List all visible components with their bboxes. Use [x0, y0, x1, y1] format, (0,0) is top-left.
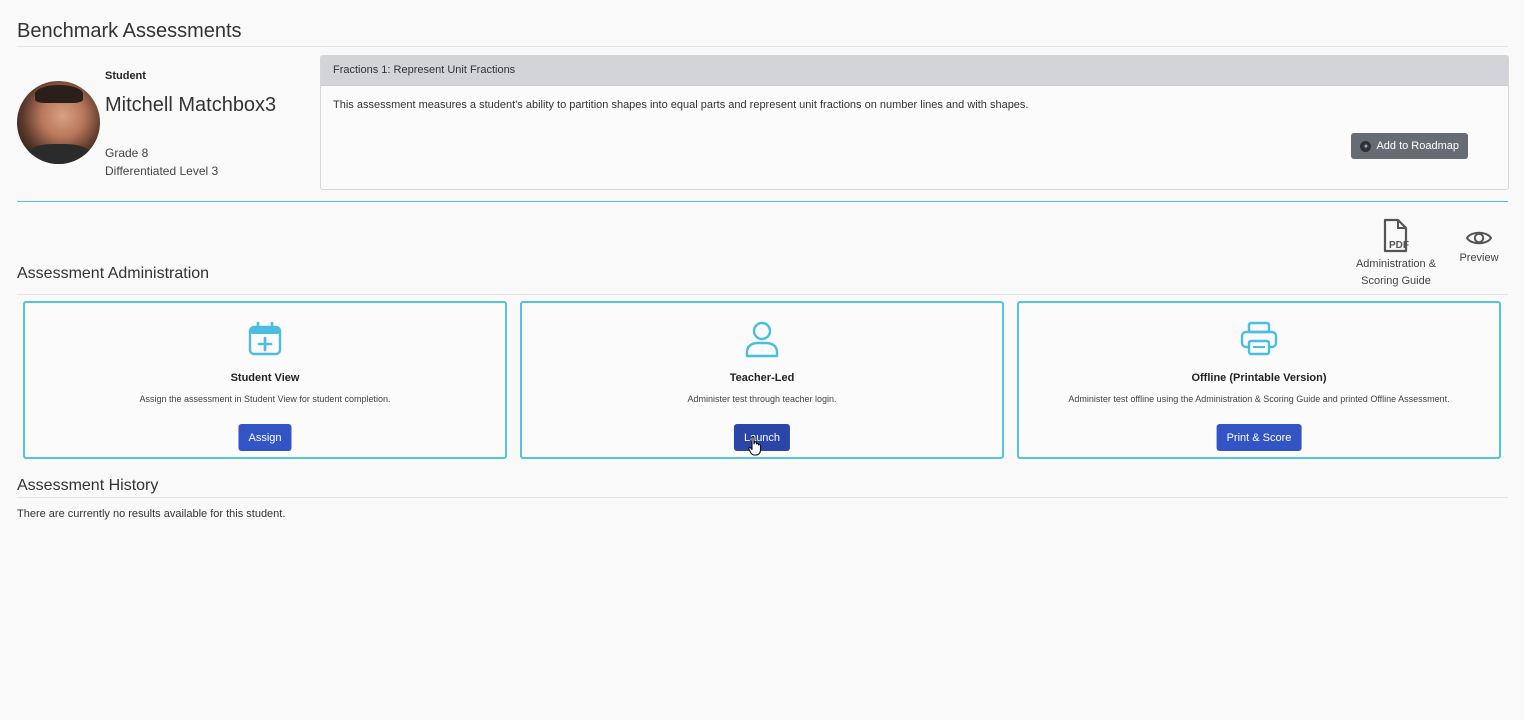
assessment-card: Fractions 1: Represent Unit Fractions Th…	[320, 55, 1509, 190]
preview-link[interactable]: Preview	[1454, 228, 1504, 267]
student-view-description: Assign the assessment in Student View fo…	[139, 394, 391, 404]
student-name: Mitchell Matchbox3	[105, 94, 277, 116]
offline-description: Administer test offline using the Admini…	[1068, 394, 1450, 404]
printer-icon	[1240, 321, 1278, 356]
hand-cursor-icon	[748, 436, 762, 456]
add-to-roadmap-label: Add to Roadmap	[1376, 140, 1459, 152]
assessment-title: Fractions 1: Represent Unit Fractions	[321, 56, 1508, 86]
teacher-led-title: Teacher-Led	[729, 372, 795, 384]
offline-card: Offline (Printable Version) Administer t…	[1017, 301, 1501, 459]
scoring-guide-label-1: Administration &	[1355, 258, 1437, 270]
assessment-description: This assessment measures a student's abi…	[333, 99, 1029, 111]
student-grade: Grade 8	[105, 146, 149, 160]
administration-heading: Assessment Administration	[17, 265, 210, 282]
history-heading: Assessment History	[17, 477, 159, 494]
administration-divider	[17, 294, 1508, 295]
student-label: Student	[105, 70, 146, 82]
user-icon	[745, 321, 779, 358]
assign-button[interactable]: Assign	[238, 424, 292, 451]
page-title: Benchmark Assessments	[17, 20, 242, 42]
calendar-plus-icon	[248, 321, 282, 356]
pdf-icon: PDF	[1383, 218, 1409, 253]
title-divider	[17, 46, 1508, 47]
scoring-guide-label-2: Scoring Guide	[1361, 275, 1431, 287]
scoring-guide-link[interactable]: PDF Administration & Scoring Guide	[1348, 218, 1444, 290]
student-level: Differentiated Level 3	[105, 164, 219, 178]
offline-title: Offline (Printable Version)	[1191, 372, 1327, 384]
teacher-led-description: Administer test through teacher login.	[687, 394, 837, 404]
history-empty-message: There are currently no results available…	[17, 508, 286, 520]
roadmap-icon: ✦	[1360, 140, 1372, 152]
student-view-card: Student View Assign the assessment in St…	[23, 301, 507, 459]
student-avatar	[17, 81, 100, 164]
eye-icon	[1465, 231, 1493, 245]
add-to-roadmap-button[interactable]: ✦ Add to Roadmap	[1351, 133, 1468, 159]
student-view-title: Student View	[230, 372, 300, 384]
preview-label: Preview	[1459, 252, 1499, 264]
svg-text:PDF: PDF	[1389, 240, 1409, 251]
print-and-score-button[interactable]: Print & Score	[1216, 424, 1302, 451]
history-divider	[17, 497, 1508, 498]
section-divider	[17, 201, 1508, 202]
